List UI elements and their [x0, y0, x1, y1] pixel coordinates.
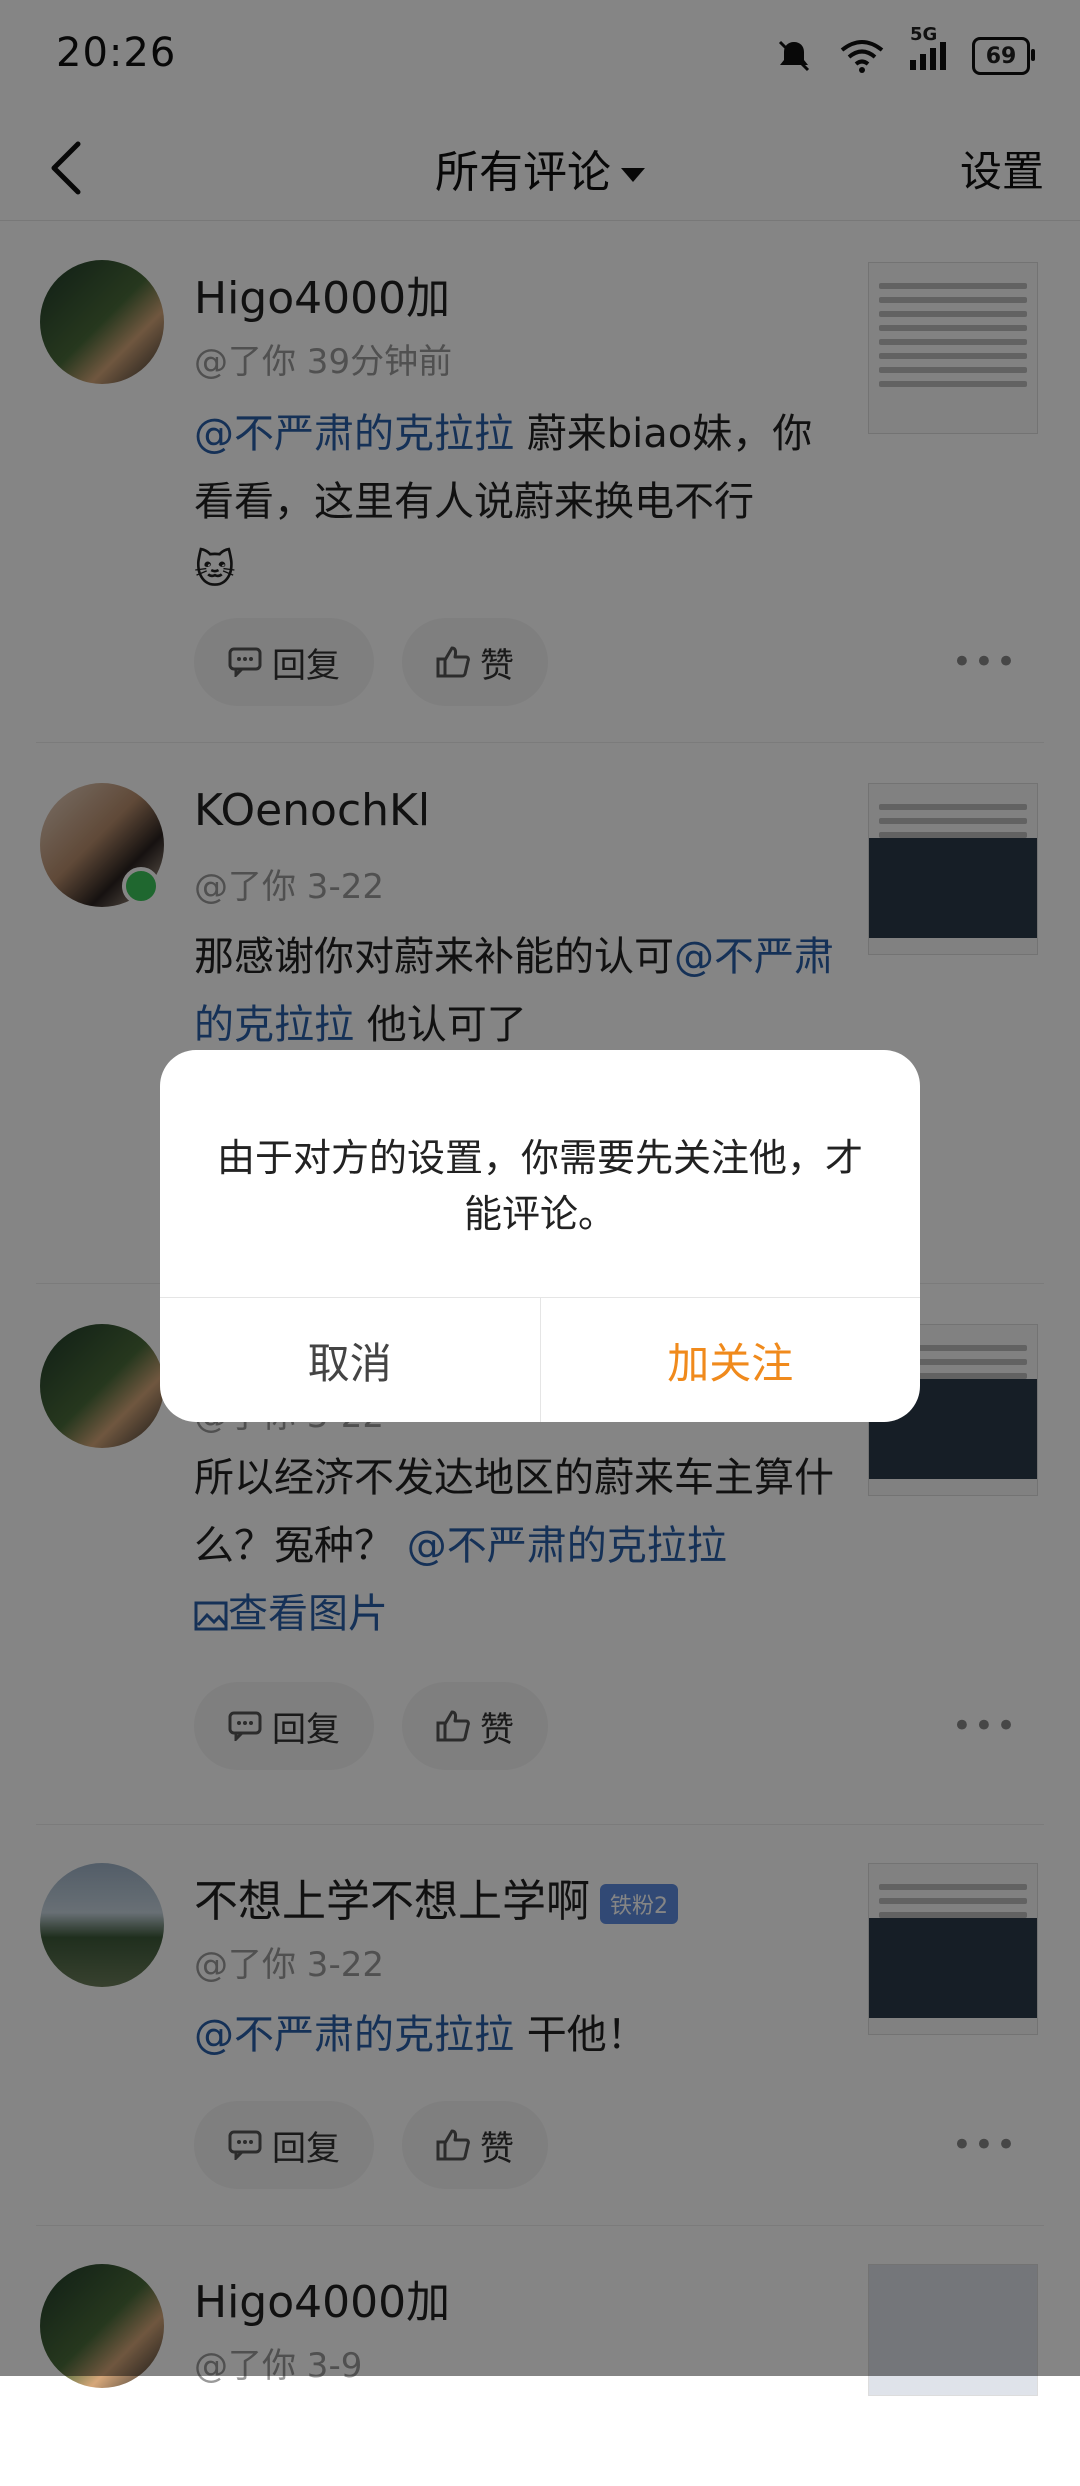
dialog-message: 由于对方的设置，你需要先关注他，才能评论。: [216, 1136, 863, 1236]
follow-required-dialog: 由于对方的设置，你需要先关注他，才能评论。 取消 加关注: [160, 1050, 920, 1422]
dialog-buttons: 取消 加关注: [160, 1297, 920, 1422]
cancel-button[interactable]: 取消: [160, 1298, 541, 1422]
follow-button[interactable]: 加关注: [541, 1298, 921, 1422]
